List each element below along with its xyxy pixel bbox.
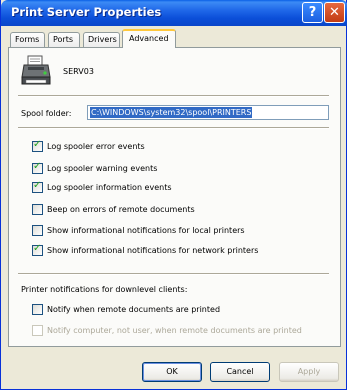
print-server-properties-window: Print Server Properties ? ✕ Forms Ports …: [0, 0, 347, 390]
advanced-panel: [8, 47, 341, 347]
help-button[interactable]: ?: [302, 2, 323, 23]
divider: [18, 273, 329, 275]
help-icon: ?: [308, 5, 317, 20]
apply-button[interactable]: Apply: [279, 362, 339, 382]
spool-folder-input[interactable]: C:\WINDOWS\system32\spool\PRINTERS: [87, 105, 329, 120]
cancel-button[interactable]: Cancel: [210, 362, 270, 382]
notify-computer-checkbox[interactable]: [32, 325, 43, 336]
log-warning-events-checkbox[interactable]: [32, 161, 43, 174]
title-bar[interactable]: Print Server Properties ? ✕: [1, 0, 347, 26]
tab-drivers[interactable]: Drivers: [83, 32, 120, 47]
log-information-events-checkbox[interactable]: [32, 180, 43, 193]
downlevel-clients-heading: Printer notifications for downlevel clie…: [21, 285, 188, 294]
notify-local-printers-label: Show informational notifications for loc…: [47, 226, 245, 235]
log-information-events-label: Log spooler information events: [47, 183, 172, 192]
close-button[interactable]: ✕: [324, 2, 345, 23]
divider: [18, 95, 329, 97]
tab-forms[interactable]: Forms: [10, 32, 45, 47]
notify-remote-documents-checkbox[interactable]: [32, 304, 43, 315]
tab-advanced[interactable]: Advanced: [122, 29, 176, 48]
notify-network-printers-checkbox[interactable]: [32, 243, 43, 256]
notify-local-printers-checkbox[interactable]: [32, 225, 43, 236]
log-error-events-checkbox[interactable]: [32, 139, 43, 152]
spool-folder-label: Spool folder:: [21, 109, 72, 118]
print-server-icon: [21, 55, 51, 85]
log-warning-events-label: Log spooler warning events: [47, 164, 158, 173]
notify-remote-documents-label: Notify when remote documents are printed: [47, 305, 221, 314]
log-error-events-label: Log spooler error events: [47, 142, 145, 151]
beep-on-errors-checkbox[interactable]: [32, 204, 43, 215]
tab-ports[interactable]: Ports: [48, 32, 80, 47]
window-title: Print Server Properties: [11, 5, 162, 19]
notify-network-printers-label: Show informational notifications for net…: [47, 246, 259, 255]
notify-computer-label: Notify computer, not user, when remote d…: [47, 326, 302, 335]
beep-on-errors-label: Beep on errors of remote documents: [47, 205, 195, 214]
close-icon: ✕: [329, 5, 340, 20]
divider: [18, 127, 329, 129]
server-name: SERV03: [63, 67, 94, 76]
ok-button[interactable]: OK: [142, 362, 202, 382]
spool-folder-value: C:\WINDOWS\system32\spool\PRINTERS: [90, 107, 253, 118]
